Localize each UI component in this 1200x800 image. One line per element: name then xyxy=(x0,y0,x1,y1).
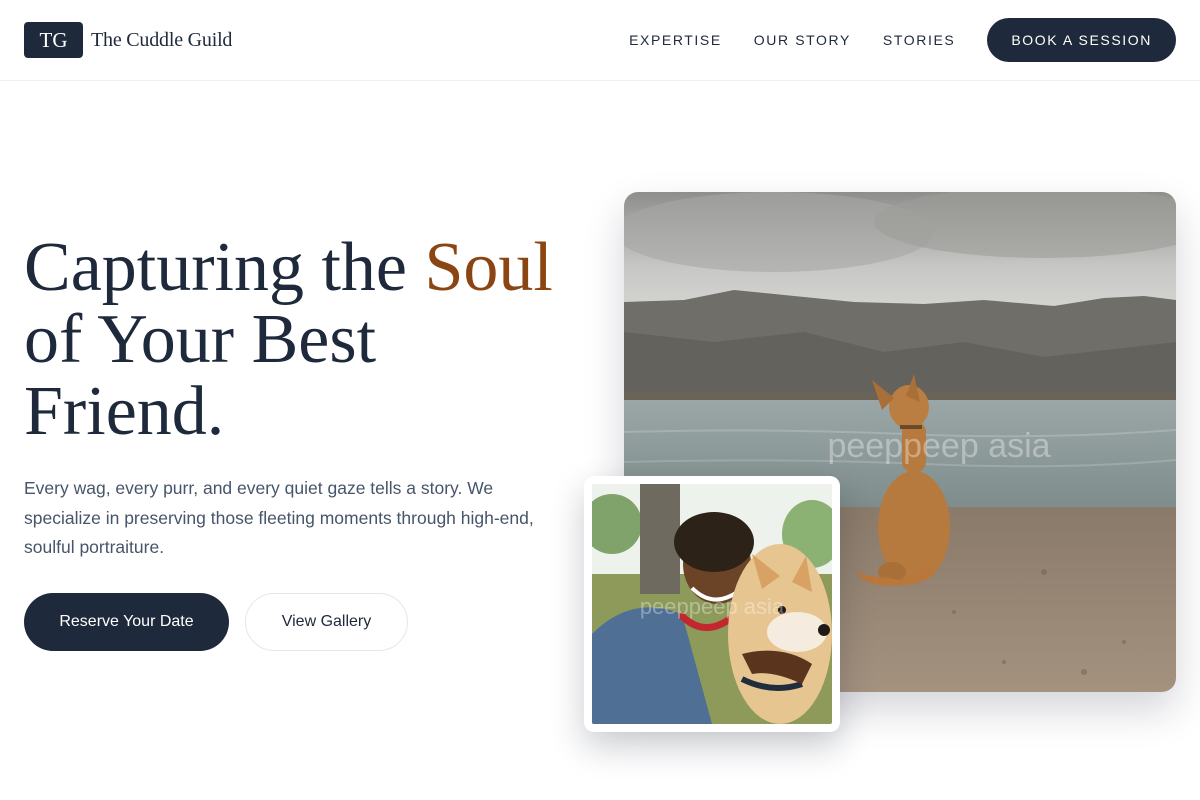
headline-accent: Soul xyxy=(424,229,553,306)
nav-link-stories[interactable]: STORIES xyxy=(883,32,955,48)
logo-mark: TG xyxy=(24,22,83,58)
book-session-button[interactable]: BOOK A SESSION xyxy=(987,18,1176,62)
main-nav: EXPERTISE OUR STORY STORIES BOOK A SESSI… xyxy=(629,18,1176,62)
hero-headline: Capturing the Soul of Your Best Friend. xyxy=(24,232,604,448)
headline-part3: Friend. xyxy=(24,373,225,450)
site-header: TG The Cuddle Guild EXPERTISE OUR STORY … xyxy=(0,0,1200,81)
nav-link-expertise[interactable]: EXPERTISE xyxy=(629,32,722,48)
hero-subtext: Every wag, every purr, and every quiet g… xyxy=(24,478,534,557)
inset-watermark: peeppeep asia xyxy=(640,594,785,619)
inset-photo-card: peeppeep asia xyxy=(584,476,840,732)
reserve-date-button[interactable]: Reserve Your Date xyxy=(24,593,229,651)
main-watermark: peeppeep asia xyxy=(827,427,1050,465)
person-dog-illustration: peeppeep asia xyxy=(592,484,832,724)
logo[interactable]: TG The Cuddle Guild xyxy=(24,22,232,58)
brand-name: The Cuddle Guild xyxy=(91,28,233,51)
view-gallery-button[interactable]: View Gallery xyxy=(245,593,408,651)
headline-part2: of Your Best xyxy=(24,301,377,378)
headline-part1: Capturing the xyxy=(24,229,425,306)
person-with-dog-photo: peeppeep asia xyxy=(592,484,832,724)
nav-link-our-story[interactable]: OUR STORY xyxy=(754,32,851,48)
